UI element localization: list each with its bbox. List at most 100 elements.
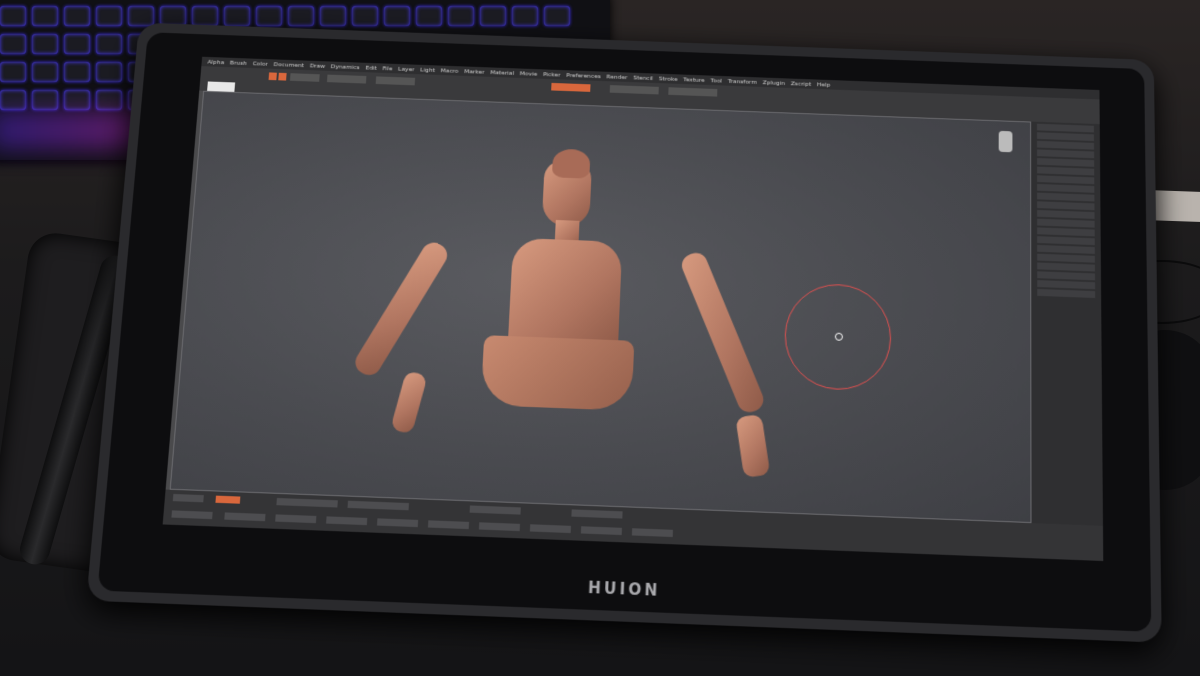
panel-item[interactable] xyxy=(1037,271,1096,281)
key xyxy=(128,6,154,26)
menu-item-color[interactable]: Color xyxy=(252,60,268,67)
toolbar-button[interactable] xyxy=(375,76,416,86)
panel-item[interactable] xyxy=(1037,288,1096,299)
panel-item[interactable] xyxy=(1037,201,1095,211)
panel-item[interactable] xyxy=(1037,262,1095,272)
menu-item-zplugin[interactable]: Zplugin xyxy=(763,79,785,86)
panel-item[interactable] xyxy=(1037,227,1095,237)
menu-item-help[interactable]: Help xyxy=(817,81,830,88)
toolbar-button[interactable] xyxy=(631,528,673,538)
toolbar-button[interactable] xyxy=(469,505,521,515)
toolbar-button[interactable] xyxy=(326,516,368,526)
panel-item[interactable] xyxy=(1037,244,1095,254)
panel-item[interactable] xyxy=(1037,209,1095,219)
model-torso xyxy=(507,237,623,351)
menu-item-marker[interactable]: Marker xyxy=(464,68,485,75)
menu-item-picker[interactable]: Picker xyxy=(543,71,561,78)
key xyxy=(448,6,474,26)
brush-cursor-dot xyxy=(834,332,843,341)
menu-item-alpha[interactable]: Alpha xyxy=(207,58,224,65)
toolbar-button[interactable] xyxy=(224,512,266,522)
key xyxy=(0,62,26,82)
key xyxy=(0,6,26,26)
menu-item-render[interactable]: Render xyxy=(606,73,627,80)
key xyxy=(32,6,58,26)
menu-item-macro[interactable]: Macro xyxy=(441,67,459,74)
menu-item-light[interactable]: Light xyxy=(420,66,435,73)
toolbar-button[interactable] xyxy=(580,526,622,536)
menu-item-brush[interactable]: Brush xyxy=(230,59,247,66)
key xyxy=(416,6,442,26)
menu-item-material[interactable]: Material xyxy=(490,69,514,76)
model-arm-right xyxy=(678,249,768,416)
toolbar-button[interactable] xyxy=(289,73,320,82)
model-hand-right xyxy=(735,414,771,478)
panel-item[interactable] xyxy=(1036,123,1094,133)
sculpt-canvas[interactable] xyxy=(169,90,1032,524)
panel-item[interactable] xyxy=(1037,175,1095,185)
key xyxy=(224,6,250,26)
panel-item[interactable] xyxy=(1037,236,1095,246)
toolbar-button[interactable] xyxy=(609,85,659,95)
panel-item[interactable] xyxy=(1037,253,1095,263)
toolbar-button[interactable] xyxy=(275,514,317,524)
model-hair xyxy=(551,148,591,179)
navigation-head-icon[interactable] xyxy=(998,130,1013,153)
key xyxy=(0,34,26,54)
toolbar-button[interactable] xyxy=(529,524,571,534)
panel-item[interactable] xyxy=(1037,280,1096,290)
key xyxy=(32,62,58,82)
toolbar-button[interactable] xyxy=(215,495,241,504)
toolbar-button[interactable] xyxy=(376,518,419,528)
panel-item[interactable] xyxy=(1037,192,1095,202)
toolbar-button[interactable] xyxy=(172,493,204,503)
menu-item-transform[interactable]: Transform xyxy=(728,78,757,86)
toolbar-button[interactable] xyxy=(276,497,338,508)
menu-item-draw[interactable]: Draw xyxy=(310,62,326,69)
key xyxy=(96,34,122,54)
menu-item-document[interactable]: Document xyxy=(273,61,304,69)
panel-item[interactable] xyxy=(1036,132,1094,142)
menu-item-stroke[interactable]: Stroke xyxy=(659,75,678,82)
menu-item-layer[interactable]: Layer xyxy=(398,65,415,72)
toolbar-button[interactable] xyxy=(427,520,470,530)
key xyxy=(96,90,122,110)
toolbar-button[interactable] xyxy=(347,500,409,511)
menu-item-tool[interactable]: Tool xyxy=(711,77,723,84)
panel-item[interactable] xyxy=(1036,140,1095,150)
menu-item-file[interactable]: File xyxy=(382,65,392,72)
model-arm-left xyxy=(350,238,452,380)
menu-item-stencil[interactable]: Stencil xyxy=(633,74,653,81)
key xyxy=(480,6,506,26)
right-tool-panel xyxy=(1031,121,1103,526)
keyboard-row xyxy=(0,6,570,28)
menu-item-texture[interactable]: Texture xyxy=(683,76,705,83)
toolbar-button[interactable] xyxy=(478,522,521,532)
panel-item[interactable] xyxy=(1037,183,1095,193)
key xyxy=(64,6,90,26)
key xyxy=(384,6,410,26)
menu-item-edit[interactable]: Edit xyxy=(365,64,377,71)
key xyxy=(320,6,346,26)
toolbar-button[interactable] xyxy=(268,72,277,81)
toolbar-button[interactable] xyxy=(571,509,623,519)
key xyxy=(256,6,282,26)
toolbar-button[interactable] xyxy=(171,510,213,520)
toolbar-button[interactable] xyxy=(551,82,591,92)
menu-item-zscript[interactable]: Zscript xyxy=(791,80,811,87)
toolbar-button[interactable] xyxy=(278,72,287,81)
key xyxy=(64,34,90,54)
panel-item[interactable] xyxy=(1037,149,1095,159)
key xyxy=(544,6,570,26)
menu-item-preferences[interactable]: Preferences xyxy=(566,72,601,80)
panel-item[interactable] xyxy=(1037,218,1095,228)
panel-item[interactable] xyxy=(1037,158,1095,167)
toolbar-button[interactable] xyxy=(326,74,367,84)
toolbar-button[interactable] xyxy=(668,87,718,97)
menu-item-movie[interactable]: Movie xyxy=(520,70,538,77)
tablet-screen: Alpha Brush Color Document Draw Dynamics Edit F… xyxy=(162,56,1104,562)
key xyxy=(32,34,58,54)
menu-item-dynamics[interactable]: Dynamics xyxy=(331,63,360,71)
model-hand-left xyxy=(390,370,428,435)
panel-item[interactable] xyxy=(1037,166,1095,176)
